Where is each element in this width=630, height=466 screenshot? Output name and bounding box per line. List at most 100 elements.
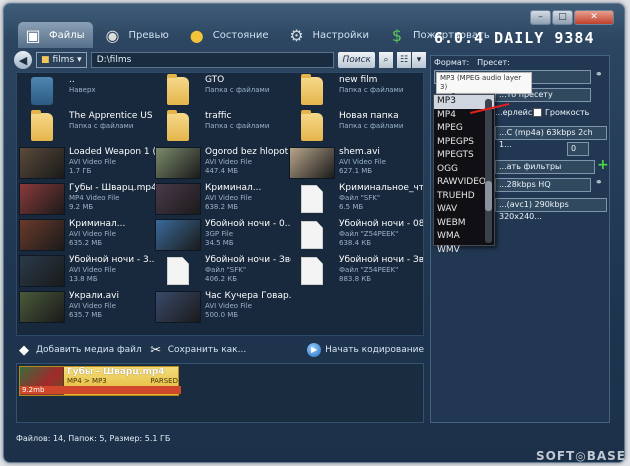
link-icon[interactable]: ⚭ [595,178,603,188]
preset-label: Пресет: [477,58,510,67]
volume-label: Громкость [545,108,590,117]
tab-label: Настройки [312,29,369,41]
file-type: Папка с файлами [339,86,404,94]
file-item[interactable]: traffic Папка с файлами [155,110,291,145]
view-mode-icon[interactable]: ☷ [397,52,411,68]
close-button[interactable]: ✕ [574,10,614,25]
file-item[interactable]: Убойной ночи - Звёз...Файл "SFK"406.2 КБ [155,255,291,289]
search-button[interactable]: Поиск [338,52,375,68]
tab-3[interactable]: ⚙ Настройки [282,22,377,48]
format-tooltip: MP3 (MPEG audio layer 3) mp3 [436,72,532,100]
file-type: Наверх [69,86,96,94]
path-input[interactable]: D:\films [90,52,335,68]
tab-0[interactable]: ▣ Файлы [18,22,93,48]
scrollbar-thumb[interactable] [485,181,492,211]
file-item[interactable]: Губы - Шварц.mp4 MP4 Video File 9.2 МБ [19,183,155,217]
add-media-label: Добавить медиа файл [36,345,142,355]
file-item[interactable]: Убойной ночи - 3... AVI Video File 13.8 МБ [19,255,155,289]
file-item[interactable]: Убойной ночи - 08.3...Файл "Z54PEEK"638.… [289,219,424,253]
maximize-button[interactable]: □ [552,10,573,25]
action-bar: ◆ Добавить медиа файл ✂ Сохранить как...… [16,340,424,360]
file-item[interactable]: Час Кучера Говар... AVI Video File 500.0 М… [155,291,291,325]
folder-dropdown[interactable]: ■ films ▾ [36,52,87,68]
minimize-button[interactable]: – [530,10,551,25]
file-item[interactable]: Убойной ночи - Звёз...Файл "Z54PEEK"883.… [289,255,423,289]
chevron-down-icon[interactable]: ▾ [412,52,426,68]
file-name: Loaded Weapon 1 (... [69,147,155,157]
watermark: SOFT◎BASE [536,449,626,463]
file-size: 9.2 МБ [69,203,94,211]
folder-icon [301,74,323,105]
queue-item[interactable]: Губы - Шварц.mp4 MP4 > MP3 PARSED 9.2mb [19,366,181,396]
file-name: Криминал... [205,183,262,193]
file-item[interactable]: Криминальное_чтив...Файл "SFK"6.5 МБ [289,183,423,217]
file-name: Час Кучера Говар... [205,291,291,301]
track-number-select[interactable]: 0 [567,142,589,156]
filters-button[interactable]: ...ать фильтры [495,160,595,174]
address-bar: ◀ ■ films ▾ D:\films Поиск ⌕ ☷ ▾ [14,50,426,70]
file-type: Файл "Z54PEEK" [339,230,399,238]
file-item[interactable]: Криминал... AVI Video File 638.2 МБ [155,183,291,217]
file-name: Губы - Шварц.mp4 [69,183,155,193]
interlace-checkbox[interactable]: ...ерлейс [495,108,532,117]
format-label: Формат: [434,58,470,67]
audio-quality-select[interactable]: ...28kbps HQ [495,178,591,192]
up-folder-icon [31,77,53,105]
video-thumbnail [19,219,65,251]
play-icon: ▶ [307,343,322,357]
film-reel-icon: ◉ [105,25,120,45]
format-option[interactable]: WMV [434,244,494,258]
file-name: GTO [205,75,225,85]
folder-icon [31,110,53,141]
start-encoding-label: Начать кодирование [325,345,424,355]
file-name: The Apprentice US [69,111,153,121]
save-as-label: Сохранить как... [167,345,247,355]
file-item[interactable]: .. Наверх [19,75,155,109]
file-name: traffic [205,111,232,121]
video-thumbnail [19,255,65,287]
dropdown-scrollbar[interactable] [485,99,492,243]
back-icon[interactable]: ◀ [14,51,32,69]
add-filter-icon[interactable]: + [597,157,609,173]
tab-2[interactable]: ● Состояние [182,22,277,48]
queue-item-conversion: MP4 > MP3 [67,377,107,385]
add-media-button[interactable]: ◆ Добавить медиа файл [16,342,142,358]
file-item[interactable]: Убойной ночи - 0... 3GP File 34.5 МБ [155,219,291,253]
video-track-select[interactable]: ...(avc1) 290kbps 320x240... [495,198,607,221]
file-item[interactable]: The Apprentice US Папка с файлами [19,110,155,145]
queue-item-name: Губы - Шварц.mp4 [67,367,165,377]
document-icon [301,185,323,213]
file-item[interactable]: Украли.avi AVI Video File 635.7 МБ [19,291,155,325]
files-icon: ▣ [25,25,41,45]
interlace-label: ...ерлейс [495,108,533,117]
file-item[interactable]: Криминал... AVI Video File 635.2 МБ [19,219,155,253]
encoding-queue: Губы - Шварц.mp4 MP4 > MP3 PARSED 9.2mb [16,363,424,423]
file-size: 1.7 ГБ [69,167,92,175]
save-as-button[interactable]: ✂ Сохранить как... [148,342,246,358]
file-item[interactable]: new film Папка с файлами [289,74,423,109]
search-icon[interactable]: ⌕ [379,52,393,68]
tab-label: Файлы [49,29,85,41]
folder-icon: ■ [41,55,50,65]
volume-checkbox[interactable]: Громкость [533,108,589,117]
file-size: 447.4 МБ [205,167,239,175]
file-item[interactable]: shem.avi AVI Video File 627.1 МБ [289,147,423,181]
audio-track-select[interactable]: ...C (mp4a) 63kbps 2ch 1... [495,126,607,149]
file-item[interactable]: GTO Папка с файлами [155,74,291,109]
file-item[interactable]: Loaded Weapon 1 (...AVI Video File1.7 ГБ [19,147,155,181]
queue-item-size: 9.2mb [20,386,181,394]
file-name: Убойной ночи - 0... [205,219,291,229]
link-icon[interactable]: ⚭ [595,70,603,80]
file-type: Папка с файлами [69,122,134,130]
tab-1[interactable]: ◉ Превью [98,22,177,48]
file-name: Криминал... [69,219,126,229]
video-thumbnail [155,219,201,251]
file-item[interactable]: Новая папка Папка с файлами [289,110,423,145]
start-encoding-button[interactable]: ▶ Начать кодирование [307,343,424,357]
file-size: 635.2 МБ [69,239,103,247]
file-item[interactable]: Ogorod bez hlopot... AVI Video File 447.4 … [155,147,291,181]
video-thumbnail [289,147,335,179]
tab-label: Превью [128,29,169,41]
file-name: Убойной ночи - 08.3... [339,219,424,229]
file-size: 638.2 МБ [205,203,239,211]
